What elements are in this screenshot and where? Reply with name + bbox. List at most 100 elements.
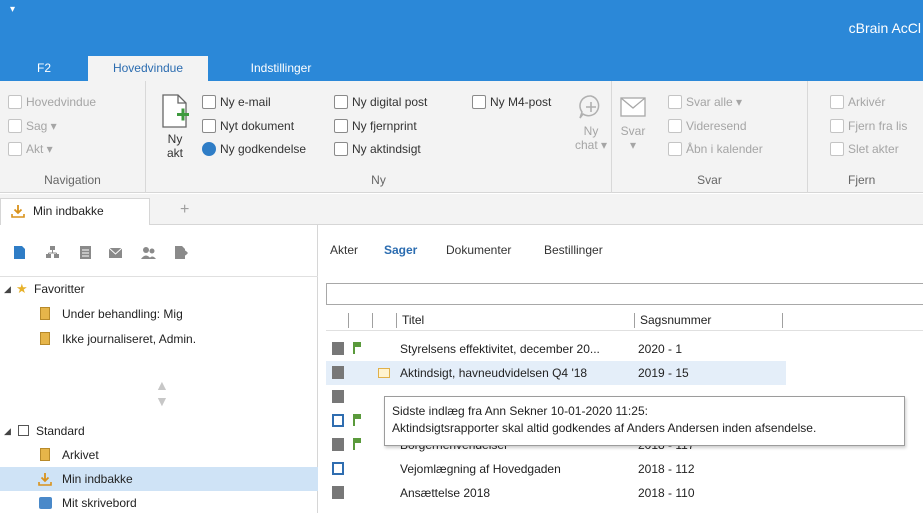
table-row[interactable]: Styrelsens effektivitet, december 20... … [326,337,923,361]
column-header-titel[interactable]: Titel [402,313,424,327]
tab-min-indbakke[interactable]: Min indbakke [0,198,150,225]
group-label-navigation: Navigation [44,173,101,187]
new-document-icon [162,94,189,128]
flag-icon[interactable] [353,414,364,426]
aabn-i-kalender-button[interactable]: Åbn i kalender [668,140,763,158]
add-tab-button[interactable]: + [180,201,189,219]
tab-akter[interactable]: Akter [330,243,358,257]
insight-icon [334,142,348,156]
table-row[interactable]: Ansættelse 2018 2018 - 110 [326,481,923,505]
splitter-up-icon[interactable]: ▲ [155,377,169,393]
org-chart-icon[interactable] [45,245,60,260]
email-icon [202,95,216,109]
nav-sag-button[interactable]: Sag ▾ [8,117,57,135]
splitter-down-icon[interactable]: ▼ [155,393,169,409]
tree-item-under-behandling[interactable]: Under behandling: Mig [0,302,318,326]
nav-hovedvindue-button[interactable]: Hovedvindue [8,93,96,111]
users-icon[interactable] [141,245,156,260]
left-toolbar [0,225,318,277]
fjern-fra-liste-button[interactable]: Fjern fra lis [830,117,907,135]
tab-indstillinger[interactable]: Indstillinger [230,56,332,81]
ny-chat-button[interactable]: Ny chat ▾ [574,93,608,152]
svar-button[interactable]: Svar ▾ [616,95,650,152]
tab-hovedvindue[interactable]: Hovedvindue [88,56,208,81]
ny-godkendelse-button[interactable]: Ny godkendelse [202,140,306,158]
case-icon [332,366,344,379]
nav-akt-button[interactable]: Akt ▾ [8,140,53,158]
ny-digital-post-button[interactable]: Ny digital post [334,93,427,111]
svar-alle-button[interactable]: Svar alle ▾ [668,93,742,111]
quick-access-dropdown-icon[interactable]: ▾ [10,4,15,15]
archive-list-icon [40,448,50,461]
ribbon: Hovedvindue Sag ▾ Akt ▾ Navigation Ny ak… [0,81,923,193]
case-icon [8,119,22,133]
archive-icon [830,95,844,109]
tree-node-standard[interactable]: ◢ Standard [0,419,318,443]
tooltip-line-1: Sidste indlæg fra Ann Sekner 10-01-2020 … [392,404,648,418]
collapse-arrow-icon[interactable]: ◢ [4,419,11,443]
tooltip-line-2: Aktindsigtsrapporter skal altid godkende… [392,421,817,435]
videresend-button[interactable]: Videresend [668,117,747,135]
list-icon[interactable] [78,245,93,260]
group-label-fjern: Fjern [848,173,876,187]
document-case-icon [332,414,344,427]
tree-item-arkivet[interactable]: Arkivet [0,443,318,467]
list-folder-icon [40,332,50,345]
reply-envelope-icon [620,97,646,117]
inbox-download-icon [11,205,25,218]
ribbon-tabs: F2 Hovedvindue Indstillinger [0,56,923,81]
new-file-icon[interactable] [12,245,27,260]
ny-m4-post-button[interactable]: Ny M4-post [472,93,551,111]
ny-aktindsigt-button[interactable]: Ny aktindsigt [334,140,421,158]
group-label-ny: Ny [371,173,386,187]
reply-all-icon [668,95,682,109]
flag-icon[interactable] [353,438,364,450]
ribbon-group-svar: Svar ▾ Svar alle ▾ Videresend Åbn i kale… [612,81,808,193]
search-input[interactable] [326,283,923,305]
print-icon [334,119,348,133]
tab-dokumenter[interactable]: Dokumenter [446,243,511,257]
flag-icon[interactable] [353,342,364,354]
ribbon-group-navigation: Hovedvindue Sag ▾ Akt ▾ Navigation [0,81,146,193]
tree-item-mit-skrivebord[interactable]: Mit skrivebord [0,491,318,513]
group-label-svar: Svar [697,173,722,187]
slet-akter-button[interactable]: Slet akter [830,140,899,158]
star-icon: ★ [16,281,28,296]
ny-fjernprint-button[interactable]: Ny fjernprint [334,117,417,135]
tree-item-min-indbakke[interactable]: Min indbakke [0,467,318,491]
app-title: cBrain AcCl [848,20,921,36]
case-icon [332,486,344,499]
tree-item-ikke-journaliseret[interactable]: Ikke journaliseret, Admin. [0,327,318,351]
arkiver-button[interactable]: Arkivér [830,93,885,111]
tree-node-favoritter[interactable]: ◢ ★ Favoritter [0,277,318,301]
document-icon [8,142,22,156]
case-icon [332,342,344,355]
case-icon [332,390,344,403]
inbox-download-icon [38,473,52,486]
collapse-arrow-icon[interactable]: ◢ [4,277,11,301]
nyt-dokument-button[interactable]: Nyt dokument [202,117,294,135]
tab-f2[interactable]: F2 [0,56,88,81]
table-header: Titel Sagsnummer [326,309,923,331]
calendar-icon [668,142,682,156]
approval-icon [202,142,216,156]
list-folder-icon [40,307,50,320]
folder-icon [378,368,390,378]
table-row[interactable]: Aktindsigt, havneudvidelsen Q4 '18 2019 … [326,361,786,385]
forward-icon [668,119,682,133]
ribbon-group-ny: Ny akt Ny e-mail Nyt dokument Ny godkend… [146,81,612,193]
document-tab-bar: Min indbakke + [0,194,923,225]
ny-akt-button[interactable]: Ny akt [156,93,194,160]
tab-bestillinger[interactable]: Bestillinger [544,243,603,257]
document-export-icon[interactable] [173,245,188,260]
table-row[interactable]: Vejomlægning af Hovedgaden 2018 - 112 [326,457,923,481]
ny-email-button[interactable]: Ny e-mail [202,93,271,111]
tab-sager[interactable]: Sager [384,243,417,257]
ribbon-group-fjern: Arkivér Fjern fra lis Slet akter Fjern [808,81,923,193]
case-icon [332,438,344,451]
column-header-sagsnummer[interactable]: Sagsnummer [640,313,711,327]
title-bar: ▾ cBrain AcCl [0,0,923,56]
mail-stack-icon[interactable] [108,245,123,260]
document-icon [202,119,216,133]
case-tooltip: Sidste indlæg fra Ann Sekner 10-01-2020 … [384,396,905,446]
